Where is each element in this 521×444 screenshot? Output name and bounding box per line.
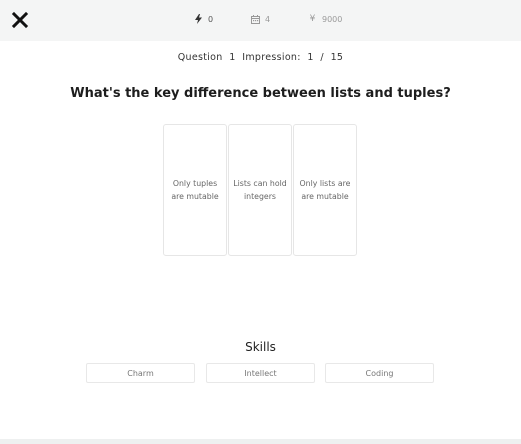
answer-cards: Only tuples are mutable Lists can hold i… — [163, 124, 358, 256]
close-icon — [11, 11, 29, 29]
skill-label: Intellect — [244, 368, 277, 378]
days-stat: 4 — [251, 13, 270, 25]
progress-separator: / — [320, 52, 324, 63]
answer-card[interactable]: Only lists are are mutable — [293, 124, 357, 256]
impression-total: 15 — [330, 52, 344, 63]
close-button[interactable] — [11, 11, 29, 29]
skill-button-intellect[interactable]: Intellect — [206, 363, 315, 383]
question-progress: Question 1 Impression: 1 / 15 — [0, 52, 521, 63]
skill-button-coding[interactable]: Coding — [325, 363, 434, 383]
energy-value: 0 — [208, 14, 214, 24]
impression-current: 1 — [307, 52, 314, 63]
question-label: Question — [177, 52, 223, 63]
question-text: What's the key difference between lists … — [70, 86, 451, 101]
energy-stat: 0 — [194, 13, 213, 25]
answer-card[interactable]: Only tuples are mutable — [163, 124, 227, 256]
money-value: 9000 — [322, 14, 343, 24]
answer-label: Lists can hold integers — [233, 179, 287, 201]
skill-label: Charm — [127, 368, 154, 378]
answer-label: Only tuples are mutable — [171, 179, 219, 201]
top-bar: 0 4 ¥ 9000 — [0, 0, 521, 41]
calendar-icon — [251, 14, 260, 24]
question-number: 1 — [229, 52, 236, 63]
impression-label: Impression: — [242, 52, 301, 63]
skill-button-charm[interactable]: Charm — [86, 363, 195, 383]
bolt-icon — [194, 14, 203, 24]
answer-label: Only lists are are mutable — [299, 179, 351, 201]
days-value: 4 — [265, 14, 271, 24]
answer-card[interactable]: Lists can hold integers — [228, 124, 292, 256]
bottom-divider — [0, 439, 521, 444]
money-stat: ¥ 9000 — [308, 13, 343, 25]
skills-title: Skills — [245, 340, 276, 354]
skill-label: Coding — [365, 368, 394, 378]
yen-icon: ¥ — [309, 14, 316, 24]
